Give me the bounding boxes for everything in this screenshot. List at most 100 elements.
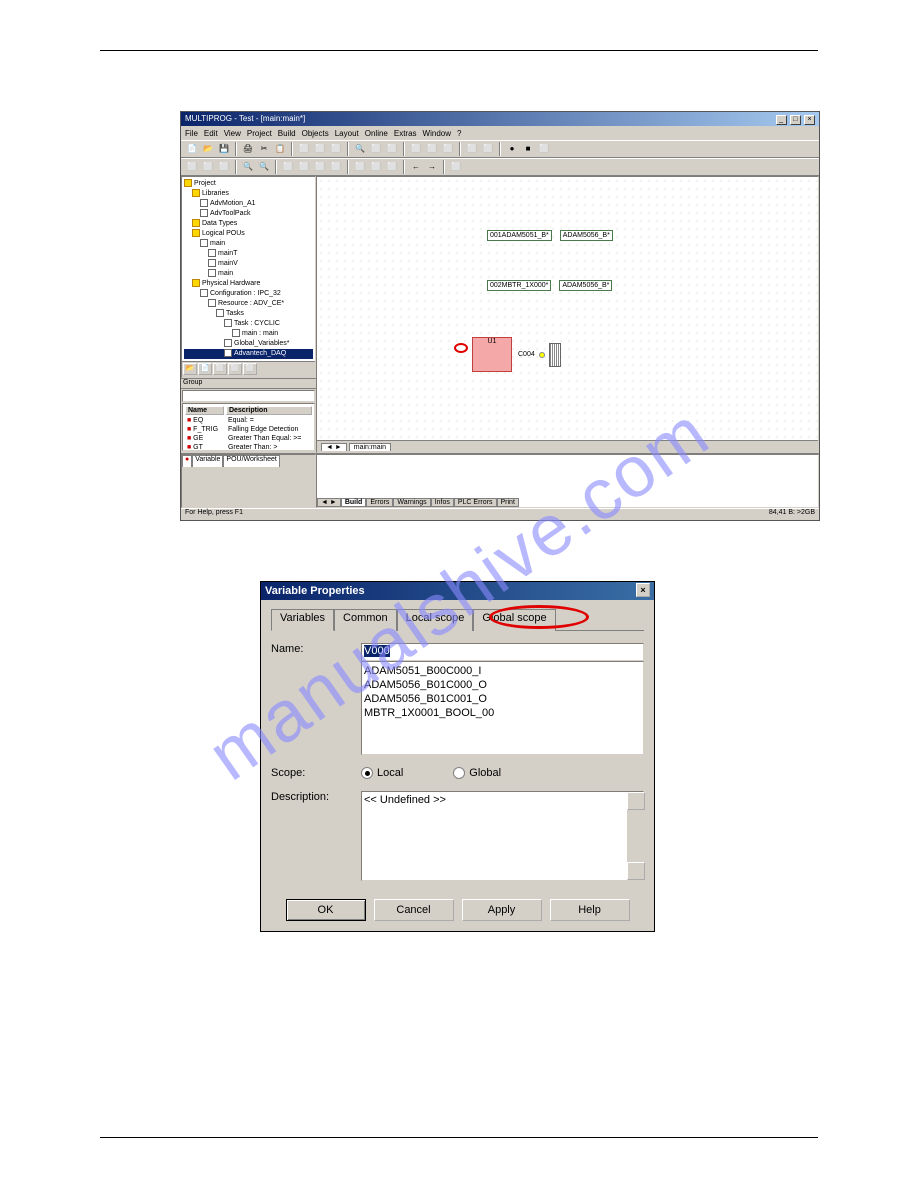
toolbar-button[interactable]: 📂 (201, 142, 215, 156)
fb-output[interactable]: ADAM5056_B* (560, 230, 613, 241)
toolbar-button[interactable]: 🔍 (257, 160, 271, 174)
tab-global-scope[interactable]: Global scope (473, 609, 555, 631)
toolbar-button[interactable]: ⬜ (329, 160, 343, 174)
tree-item[interactable]: Tasks (184, 309, 313, 319)
tree-item[interactable]: Libraries (184, 189, 313, 199)
col-name[interactable]: Name (185, 406, 224, 415)
toolbar-button[interactable]: ⬜ (369, 142, 383, 156)
description-textarea[interactable]: << Undefined >> (361, 791, 644, 881)
tree-tab-icon[interactable]: 📄 (198, 363, 212, 375)
toolbar-button[interactable]: ⬜ (369, 160, 383, 174)
tree-item[interactable]: mainT (184, 249, 313, 259)
toolbar-button[interactable]: ⬜ (313, 142, 327, 156)
table-row[interactable]: ■ GEGreater Than Equal: >= (185, 435, 312, 442)
toolbar-button[interactable]: → (425, 160, 439, 174)
toolbar-button[interactable]: 💾 (217, 142, 231, 156)
tab-infos[interactable]: Infos (431, 498, 454, 507)
apply-button[interactable]: Apply (462, 899, 542, 921)
menu-build[interactable]: Build (278, 129, 296, 138)
tree-item[interactable]: AdvToolPack (184, 209, 313, 219)
scope-global-radio[interactable]: Global (453, 767, 501, 779)
ok-button[interactable]: OK (286, 899, 366, 921)
tree-item[interactable]: Global_Variables* (184, 339, 313, 349)
maximize-icon[interactable]: □ (790, 115, 801, 125)
tree-item[interactable]: Resource : ADV_CE* (184, 299, 313, 309)
project-tree[interactable]: Project LibrariesAdvMotion_A1AdvToolPack… (182, 177, 315, 361)
toolbar-button[interactable]: ⬜ (297, 160, 311, 174)
menu-project[interactable]: Project (247, 129, 272, 138)
tab-variable[interactable]: Variable (192, 455, 223, 467)
canvas-tab[interactable]: main:main (349, 443, 391, 451)
toolbar-button[interactable]: ⬜ (385, 160, 399, 174)
toolbar-button[interactable]: ⬜ (353, 160, 367, 174)
minimize-icon[interactable]: _ (776, 115, 787, 125)
tree-root[interactable]: Project (194, 180, 216, 187)
toolbar-button[interactable]: ✂ (257, 142, 271, 156)
toolbar-button[interactable]: ⬜ (409, 142, 423, 156)
tree-item[interactable]: Task : CYCLIC (184, 319, 313, 329)
col-desc[interactable]: Description (226, 406, 312, 415)
toolbar-button[interactable]: ⬜ (441, 142, 455, 156)
tree-item[interactable]: Configuration : IPC_32 (184, 289, 313, 299)
toolbar-button[interactable]: ⬜ (425, 142, 439, 156)
menu-help[interactable]: ? (457, 129, 461, 138)
list-item[interactable]: ADAM5056_B01C000_O (364, 678, 641, 692)
group-dropdown[interactable] (182, 390, 315, 402)
toolbar-button[interactable]: ← (409, 160, 423, 174)
toolbar-button[interactable]: ⬜ (217, 160, 231, 174)
table-row[interactable]: ■ GTGreater Than: > (185, 444, 312, 451)
toolbar-button[interactable]: ⬜ (201, 160, 215, 174)
toolbar-button[interactable]: ⬜ (481, 142, 495, 156)
canvas[interactable]: 001ADAM5051_B* ADAM5056_B* 002MBTR_1X000… (316, 176, 819, 453)
toolbar-button[interactable]: ● (505, 142, 519, 156)
menu-layout[interactable]: Layout (335, 129, 359, 138)
tree-item[interactable]: Data Types (184, 219, 313, 229)
toolbar-button[interactable]: 🔍 (353, 142, 367, 156)
toolbar-button[interactable]: ⬜ (329, 142, 343, 156)
tab-pou[interactable]: POU/Worksheet (223, 455, 279, 467)
toolbar-button[interactable]: 🖨 (241, 142, 255, 156)
tab-plcerrors[interactable]: PLC Errors (454, 498, 497, 507)
tree-item[interactable]: main (184, 239, 313, 249)
tab-print[interactable]: Print (497, 498, 519, 507)
tree-item[interactable]: AdvMotion_A1 (184, 199, 313, 209)
close-icon[interactable]: × (636, 583, 650, 597)
table-row[interactable]: ■ EQEqual: = (185, 417, 312, 424)
toolbar-button[interactable]: ⬜ (449, 160, 463, 174)
function-block[interactable]: U1 (472, 337, 512, 372)
tree-item[interactable]: mainV (184, 259, 313, 269)
tree-item[interactable]: Advantech_DAQ (184, 349, 313, 359)
tab-warnings[interactable]: Warnings (393, 498, 430, 507)
name-input[interactable]: V000 (361, 643, 644, 661)
fb-input[interactable]: 002MBTR_1X000* (487, 280, 551, 291)
tab-build[interactable]: Build (341, 498, 367, 507)
toolbar-button[interactable]: ⬜ (281, 160, 295, 174)
toolbar-button[interactable]: ⬜ (465, 142, 479, 156)
menu-view[interactable]: View (224, 129, 241, 138)
tab-variables[interactable]: Variables (271, 609, 334, 631)
toolbar-button[interactable]: ■ (521, 142, 535, 156)
menu-objects[interactable]: Objects (302, 129, 329, 138)
group-list[interactable]: NameDescription ■ EQEqual: =■ F_TRIGFall… (182, 403, 315, 451)
tree-tab-icon[interactable]: ⬜ (228, 363, 242, 375)
toolbar-button[interactable]: ⬜ (385, 142, 399, 156)
tree-item[interactable]: main (184, 269, 313, 279)
help-button[interactable]: Help (550, 899, 630, 921)
menu-file[interactable]: File (185, 129, 198, 138)
tree-item[interactable]: Physical Hardware (184, 279, 313, 289)
cancel-button[interactable]: Cancel (374, 899, 454, 921)
tab-errors[interactable]: Errors (366, 498, 393, 507)
toolbar-button[interactable]: 📋 (273, 142, 287, 156)
close-icon[interactable]: × (804, 115, 815, 125)
menu-online[interactable]: Online (365, 129, 388, 138)
menu-window[interactable]: Window (423, 129, 451, 138)
tree-tab-icon[interactable]: ⬜ (213, 363, 227, 375)
toolbar-button[interactable]: ⬜ (313, 160, 327, 174)
toolbar-button[interactable]: 🔍 (241, 160, 255, 174)
scrollbar[interactable] (627, 792, 643, 880)
list-item[interactable]: ADAM5051_B00C000_I (364, 664, 641, 678)
toolbar-button[interactable]: ⬜ (297, 142, 311, 156)
scope-local-radio[interactable]: Local (361, 767, 403, 779)
tab-local-scope[interactable]: Local scope (397, 609, 474, 631)
toolbar-button[interactable]: ⬜ (185, 160, 199, 174)
